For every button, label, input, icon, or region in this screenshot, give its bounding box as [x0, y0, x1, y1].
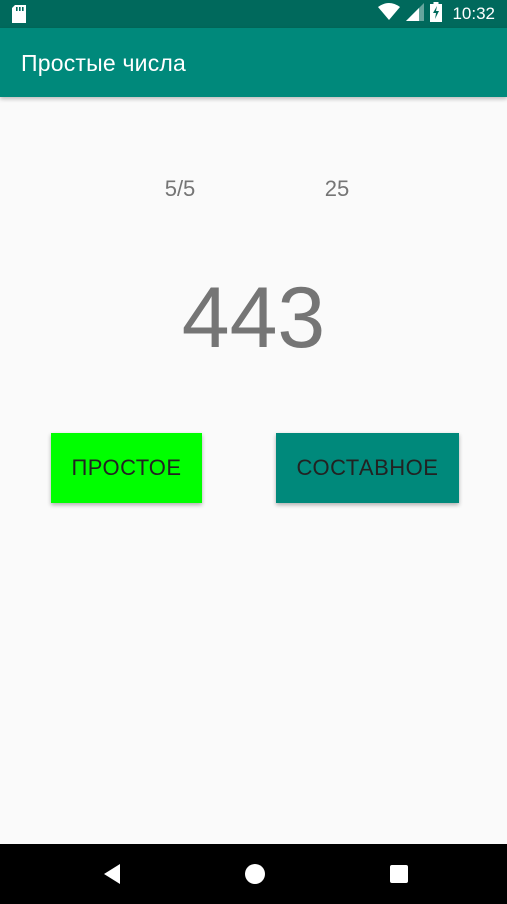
- app-screen: 10:32 Простые числа 5/5 25 443 ПРОСТОЕ С…: [0, 0, 507, 904]
- sd-card-icon: [12, 5, 26, 23]
- back-icon[interactable]: [97, 859, 127, 889]
- home-icon[interactable]: [240, 859, 270, 889]
- timer-text: 25: [324, 176, 350, 201]
- status-time: 10:32: [452, 4, 495, 23]
- composite-button[interactable]: СОСТАВНОЕ: [276, 433, 459, 503]
- recents-icon[interactable]: [384, 859, 414, 889]
- nav-bar: [0, 844, 507, 904]
- signal-icon: [406, 2, 425, 26]
- wifi-icon: [378, 2, 401, 26]
- app-title: Простые числа: [21, 50, 187, 76]
- status-bar: 10:32: [0, 0, 507, 28]
- prime-button[interactable]: ПРОСТОЕ: [51, 433, 202, 503]
- app-bar: Простые числа: [0, 28, 507, 97]
- battery-icon: [430, 1, 443, 27]
- score-text: 5/5: [164, 176, 196, 201]
- current-number: 443: [181, 270, 326, 366]
